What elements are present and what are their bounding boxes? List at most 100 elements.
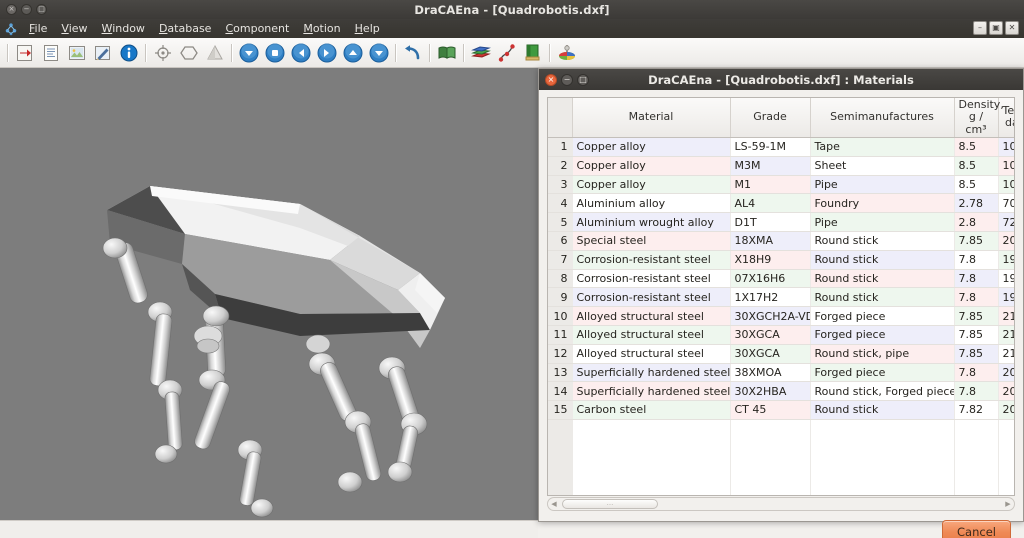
cancel-button[interactable]: Cancel [942, 519, 1011, 538]
cell-material[interactable]: Corrosion-resistant steel [572, 287, 731, 308]
toolbar-color-disc-button[interactable] [554, 40, 580, 66]
table-row[interactable]: 1Copper alloyLS-59-1MTape8.510000 [548, 137, 1014, 157]
window-maximize-button[interactable]: □ [36, 4, 47, 15]
cell-material[interactable]: Aluminium alloy [572, 193, 731, 214]
column-header-grade[interactable]: Grade [730, 98, 811, 138]
cell-density[interactable]: 7.85 [954, 231, 999, 251]
toolbar-image-button[interactable] [64, 40, 90, 66]
menu-item-window[interactable]: Window [95, 20, 152, 37]
cell-material[interactable]: Superficially hardened steel [572, 363, 731, 383]
cell-row-number[interactable]: 14 [548, 381, 573, 402]
window-minimize-button[interactable]: − [21, 4, 32, 15]
cell-semimanufactures[interactable]: Pipe [810, 175, 955, 195]
cell-semimanufactures[interactable]: Sheet [810, 156, 955, 176]
toolbar-green-book-button[interactable] [520, 40, 546, 66]
cell-row-number[interactable]: 8 [548, 269, 573, 289]
cell-tensile[interactable]: 21000 [998, 344, 1014, 364]
table-row[interactable]: 8 Corrosion-resistant steel 07X16H6 Round s… [548, 269, 1014, 289]
cell-semimanufactures[interactable]: Round stick [810, 250, 955, 270]
toolbar-document-button[interactable] [38, 40, 64, 66]
column-header-density[interactable]: Density, g / cm³ [954, 98, 1004, 138]
menu-item-view[interactable]: View [54, 20, 94, 37]
cell-material[interactable]: Copper alloy [572, 175, 731, 195]
cell-semimanufactures[interactable]: Round stick [810, 231, 955, 251]
toolbar-edit-document-button[interactable] [90, 40, 116, 66]
model-viewport[interactable] [0, 68, 538, 520]
cell-density[interactable]: 8.5 [954, 156, 999, 176]
toolbar-nav-down-button[interactable] [236, 40, 262, 66]
cell-material[interactable]: Copper alloy [572, 137, 731, 157]
cell-semimanufactures[interactable]: Round stick [810, 400, 955, 420]
cell-grade[interactable]: 30XGCA [730, 325, 811, 345]
cell-tensile[interactable]: 20000 [998, 363, 1014, 383]
cell-grade[interactable]: AL4 [730, 193, 811, 214]
cell-row-number[interactable]: 5 [548, 212, 573, 232]
cell-density[interactable]: 8.5 [954, 175, 999, 195]
table-row[interactable]: 13 Superficially hardened steel 38XMOA Forg… [548, 363, 1014, 383]
cell-tensile[interactable]: 19500 [998, 250, 1014, 270]
cell-semimanufactures[interactable]: Round stick [810, 269, 955, 289]
restore-maximize-button[interactable]: ▣ [989, 21, 1003, 35]
cell-material[interactable]: Alloyed structural steel [572, 344, 731, 364]
toolbar-undo-button[interactable] [400, 40, 426, 66]
cell-grade[interactable]: 38XMOA [730, 363, 811, 383]
toolbar-polygon-button[interactable] [176, 40, 202, 66]
scroll-right-arrow-icon[interactable]: ▶ [1002, 500, 1014, 508]
table-row[interactable]: 2Copper alloyM3MSheet8.510000 [548, 156, 1014, 176]
restore-close-button[interactable]: ✕ [1005, 21, 1019, 35]
cell-material[interactable]: Corrosion-resistant steel [572, 269, 731, 289]
cell-grade[interactable]: 18XMA [730, 231, 811, 251]
cell-density[interactable]: 7.8 [954, 269, 999, 289]
cell-density[interactable]: 7.8 [954, 363, 999, 383]
cell-tensile[interactable]: 10000 [998, 156, 1014, 176]
table-row[interactable]: 10 Alloyed structural steel 30XGCH2A-VD For… [548, 306, 1014, 326]
window-close-button[interactable]: × [6, 4, 17, 15]
table-row[interactable]: 11 Alloyed structural steel 30XGCA Forged p… [548, 325, 1014, 345]
cell-tensile[interactable]: 20000 [998, 381, 1014, 402]
cell-density[interactable]: 2.78 [954, 193, 999, 214]
scrollbar-track[interactable]: ··· [560, 498, 1002, 509]
cell-tensile[interactable]: 10000 [998, 137, 1014, 157]
cell-row-number[interactable]: 13 [548, 363, 573, 383]
cell-grade[interactable]: 07X16H6 [730, 269, 811, 289]
cell-material[interactable]: Corrosion-resistant steel [572, 250, 731, 270]
cell-density[interactable]: 7.8 [954, 381, 999, 402]
cell-tensile[interactable]: 21000 [998, 306, 1014, 326]
cell-tensile[interactable]: 19500 [998, 269, 1014, 289]
cell-grade[interactable]: 30XGCA [730, 344, 811, 364]
cell-row-number[interactable]: 6 [548, 231, 573, 251]
cell-grade[interactable]: 30XGCH2A-VD [730, 306, 811, 326]
cell-material[interactable]: Superficially hardened steel [572, 381, 731, 402]
toolbar-cone-button[interactable] [202, 40, 228, 66]
cell-tensile[interactable]: 7200 [998, 212, 1014, 232]
cell-material[interactable]: Alloyed structural steel [572, 306, 731, 326]
cell-grade[interactable]: 1X17H2 [730, 287, 811, 308]
cell-semimanufactures[interactable]: Round stick, pipe [810, 344, 955, 364]
cell-row-number[interactable]: 15 [548, 400, 573, 420]
dialog-maximize-button[interactable]: □ [577, 73, 589, 86]
toolbar-book-button[interactable] [434, 40, 460, 66]
cell-semimanufactures[interactable]: Forged piece [810, 325, 955, 345]
toolbar-nav-stop-button[interactable] [262, 40, 288, 66]
table-row[interactable]: 15Carbon steelCT 45Round stick7.8220000 [548, 400, 1014, 420]
toolbar-nav-up-button[interactable] [340, 40, 366, 66]
cell-density[interactable]: 7.82 [954, 400, 999, 420]
toolbar-point-target-button[interactable] [150, 40, 176, 66]
menu-item-file[interactable]: File [22, 20, 54, 37]
cell-material[interactable]: Special steel [572, 231, 731, 251]
table-row[interactable]: 12 Alloyed structural steel 30XGCA Round st… [548, 344, 1014, 364]
cell-density[interactable]: 8.5 [954, 137, 999, 157]
cell-density[interactable]: 7.85 [954, 306, 999, 326]
toolbar-nav-down2-button[interactable] [366, 40, 392, 66]
cell-tensile[interactable]: 20000 [998, 400, 1014, 420]
cell-semimanufactures[interactable]: Round stick [810, 287, 955, 308]
scrollbar-thumb[interactable]: ··· [562, 498, 658, 509]
cell-row-number[interactable]: 7 [548, 250, 573, 270]
table-row[interactable]: 3Copper alloyM1Pipe8.510000 [548, 175, 1014, 195]
cell-density[interactable]: 7.85 [954, 344, 999, 364]
cell-row-number[interactable]: 1 [548, 137, 573, 157]
cell-grade[interactable]: 30X2HBA [730, 381, 811, 402]
cell-material[interactable]: Copper alloy [572, 156, 731, 176]
menu-item-help[interactable]: Help [348, 20, 387, 37]
cell-row-number[interactable]: 11 [548, 325, 573, 345]
